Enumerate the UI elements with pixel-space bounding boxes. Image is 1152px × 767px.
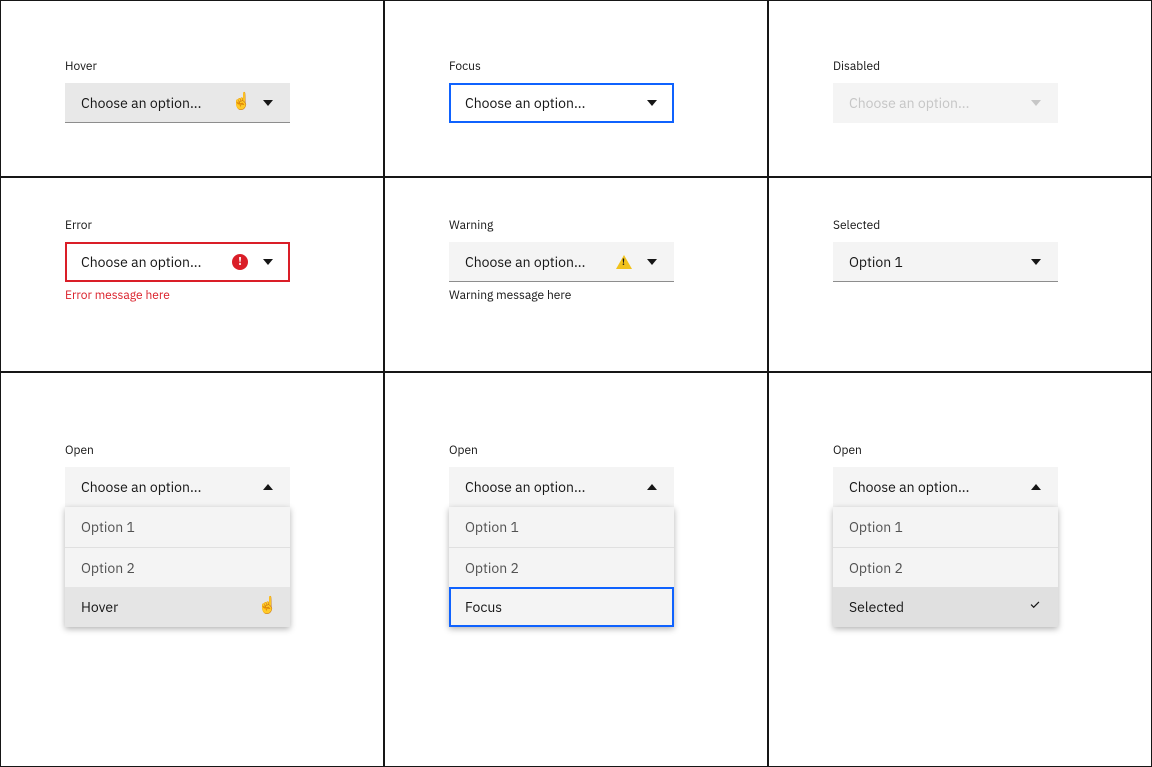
cell-selected: Selected Option 1 (768, 177, 1152, 372)
dropdown-selected[interactable]: Option 1 (833, 242, 1058, 282)
state-label: Open (833, 443, 1151, 459)
menu-option[interactable]: Option 1 (449, 507, 674, 547)
menu-option[interactable]: Option 2 (449, 547, 674, 587)
dropdown-placeholder: Choose an option... (849, 94, 1028, 112)
state-label: Disabled (833, 59, 1151, 75)
cell-warning: Warning Choose an option... Warning mess… (384, 177, 768, 372)
chevron-down-icon (260, 95, 276, 111)
dropdown-warning[interactable]: Choose an option... (449, 242, 674, 282)
menu-option-label: Option 2 (81, 559, 135, 577)
dropdown-placeholder: Choose an option... (81, 94, 226, 112)
menu-option-label: Focus (465, 598, 502, 616)
menu-option-label: Option 1 (465, 518, 519, 536)
error-message: Error message here (65, 288, 383, 304)
dropdown-menu: Option 1 Option 2 Hover (65, 507, 290, 627)
cell-open-focus: Open Choose an option... Option 1 Option… (384, 372, 768, 767)
dropdown-value: Option 1 (849, 253, 1028, 271)
chevron-up-icon (1028, 479, 1044, 495)
dropdown-focus[interactable]: Choose an option... (449, 83, 674, 123)
chevron-up-icon (260, 479, 276, 495)
checkmark-icon (1028, 598, 1042, 616)
dropdown-error[interactable]: Choose an option... (65, 242, 290, 282)
cell-focus: Focus Choose an option... (384, 0, 768, 177)
chevron-down-icon (644, 95, 660, 111)
dropdown-open[interactable]: Choose an option... (65, 467, 290, 507)
error-icon (232, 254, 248, 270)
pointer-cursor-icon (258, 597, 274, 617)
chevron-down-icon (1028, 95, 1044, 111)
chevron-down-icon (260, 254, 276, 270)
menu-option[interactable]: Option 2 (833, 547, 1058, 587)
dropdown-open[interactable]: Choose an option... (833, 467, 1058, 507)
dropdown-placeholder: Choose an option... (465, 94, 644, 112)
menu-option-selected[interactable]: Selected (833, 587, 1058, 627)
dropdown-menu: Option 1 Option 2 Focus (449, 507, 674, 627)
state-label: Hover (65, 59, 383, 75)
warning-message: Warning message here (449, 288, 767, 304)
state-label: Open (65, 443, 383, 459)
menu-option[interactable]: Option 1 (65, 507, 290, 547)
state-label: Error (65, 218, 383, 234)
menu-option-focus[interactable]: Focus (449, 587, 674, 627)
dropdown-open[interactable]: Choose an option... (449, 467, 674, 507)
state-label: Warning (449, 218, 767, 234)
dropdown-placeholder: Choose an option... (81, 253, 232, 271)
menu-option-label: Option 2 (849, 559, 903, 577)
menu-option[interactable]: Option 2 (65, 547, 290, 587)
menu-option-label: Option 1 (849, 518, 903, 536)
dropdown-placeholder: Choose an option... (465, 253, 616, 271)
pointer-cursor-icon (232, 93, 248, 113)
menu-option-label: Option 1 (81, 518, 135, 536)
menu-option-label: Selected (849, 598, 904, 616)
cell-open-selected: Open Choose an option... Option 1 Option… (768, 372, 1152, 767)
chevron-up-icon (644, 479, 660, 495)
chevron-down-icon (1028, 254, 1044, 270)
dropdown-placeholder: Choose an option... (849, 478, 1028, 496)
cell-error: Error Choose an option... Error message … (0, 177, 384, 372)
state-label: Selected (833, 218, 1151, 234)
cell-disabled: Disabled Choose an option... (768, 0, 1152, 177)
state-label: Open (449, 443, 767, 459)
warning-icon (616, 255, 632, 269)
dropdown-hover[interactable]: Choose an option... (65, 83, 290, 123)
state-label: Focus (449, 59, 767, 75)
cell-open-hover: Open Choose an option... Option 1 Option… (0, 372, 384, 767)
dropdown-menu: Option 1 Option 2 Selected (833, 507, 1058, 627)
chevron-down-icon (644, 254, 660, 270)
menu-option[interactable]: Option 1 (833, 507, 1058, 547)
menu-option-label: Option 2 (465, 559, 519, 577)
dropdown-placeholder: Choose an option... (81, 478, 260, 496)
dropdown-disabled: Choose an option... (833, 83, 1058, 123)
menu-option-label: Hover (81, 598, 118, 616)
dropdown-placeholder: Choose an option... (465, 478, 644, 496)
menu-option-hover[interactable]: Hover (65, 587, 290, 627)
cell-hover: Hover Choose an option... (0, 0, 384, 177)
